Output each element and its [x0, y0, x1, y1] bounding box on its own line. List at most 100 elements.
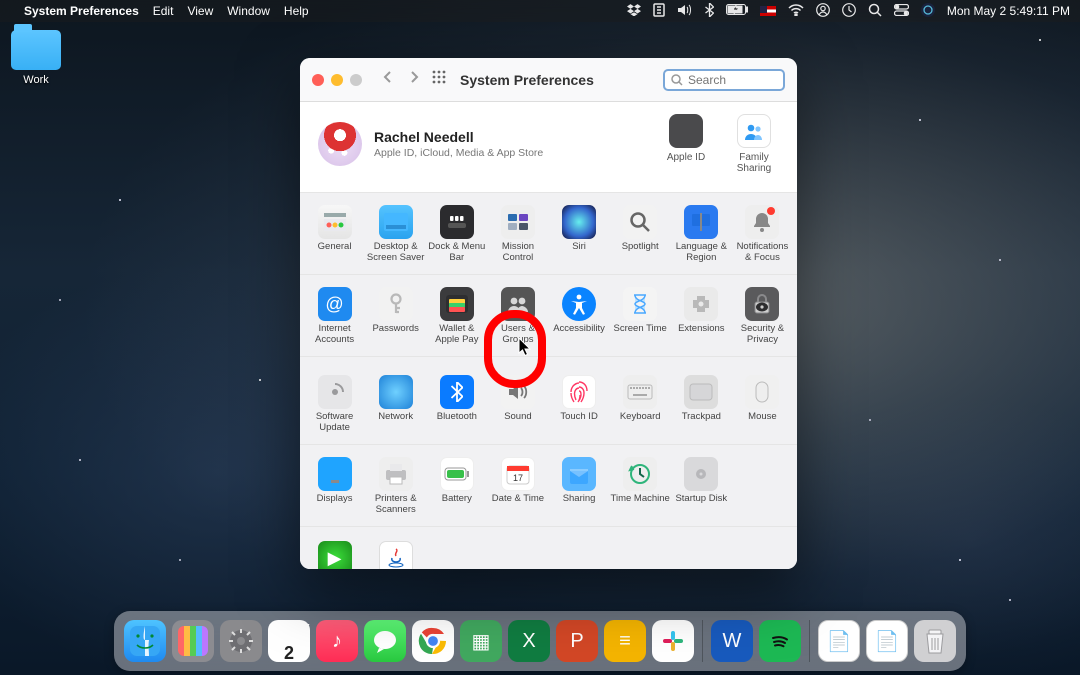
siri-menubar-icon[interactable]: [921, 3, 935, 20]
users-icon: [501, 287, 535, 321]
pref-users[interactable]: Users & Groups: [488, 287, 548, 346]
menu-help[interactable]: Help: [284, 4, 309, 18]
forward-button[interactable]: [405, 70, 424, 89]
desktop-folder-label: Work: [0, 74, 72, 86]
dock: MAY2 ♪ ▦ X P ≡ W 📄 📄: [114, 611, 966, 671]
menu-window[interactable]: Window: [227, 4, 270, 18]
clock-extra-icon[interactable]: [842, 3, 856, 20]
pref-access[interactable]: Accessibility: [549, 287, 609, 346]
mouse-icon: [745, 375, 779, 409]
pref-tm[interactable]: Time Machine: [610, 457, 670, 516]
dock-sheets[interactable]: ▦: [460, 620, 502, 662]
family-sharing-button[interactable]: Family Sharing: [729, 114, 779, 174]
dock-word[interactable]: W: [711, 620, 753, 662]
pref-flip[interactable]: ▶Flip4Mac: [305, 541, 365, 569]
search-field[interactable]: [663, 69, 785, 91]
pref-pass[interactable]: Passwords: [366, 287, 426, 346]
search-input[interactable]: [688, 73, 777, 87]
pref-bt[interactable]: Bluetooth: [427, 375, 487, 434]
spotlight-icon[interactable]: [868, 3, 882, 20]
dock-calendar[interactable]: MAY2: [268, 620, 310, 662]
desk-icon: [379, 205, 413, 239]
pref-label: Mouse: [732, 412, 792, 434]
menu-edit[interactable]: Edit: [153, 4, 174, 18]
apple-id-button[interactable]: Apple ID: [661, 114, 711, 174]
back-button[interactable]: [378, 70, 397, 89]
app-menu[interactable]: System Preferences: [24, 4, 139, 18]
pref-print[interactable]: Printers & Scanners: [366, 457, 426, 516]
keyboard-input-icon[interactable]: [653, 3, 665, 20]
pref-label: Security & Privacy: [732, 324, 792, 346]
dock-launchpad[interactable]: [172, 620, 214, 662]
input-source-flag[interactable]: [760, 6, 776, 16]
pref-siri[interactable]: Siri: [549, 205, 609, 264]
dock-recent-doc-2[interactable]: 📄: [866, 620, 908, 662]
dock-slack[interactable]: [652, 620, 694, 662]
pref-dt[interactable]: 17Date & Time: [488, 457, 548, 516]
control-center-icon[interactable]: [894, 4, 909, 19]
menu-view[interactable]: View: [187, 4, 213, 18]
pref-inet[interactable]: @Internet Accounts: [305, 287, 365, 346]
dock-chrome[interactable]: [412, 620, 454, 662]
sec-icon: [745, 287, 779, 321]
close-button[interactable]: [312, 74, 324, 86]
pref-sec[interactable]: Security & Privacy: [732, 287, 792, 346]
bluetooth-icon[interactable]: [705, 3, 714, 20]
pref-label: Internet Accounts: [305, 324, 365, 346]
pref-batt[interactable]: Battery: [427, 457, 487, 516]
pref-label: Sharing: [549, 494, 609, 516]
dock-messages[interactable]: [364, 620, 406, 662]
pref-startup[interactable]: Startup Disk: [671, 457, 731, 516]
user-icon[interactable]: [816, 3, 830, 20]
pref-st[interactable]: Screen Time: [610, 287, 670, 346]
dropbox-icon[interactable]: [627, 4, 641, 19]
pref-label: Battery: [427, 494, 487, 516]
pref-lang[interactable]: Language & Region: [671, 205, 731, 264]
pref-share[interactable]: Sharing: [549, 457, 609, 516]
pref-tp[interactable]: Trackpad: [671, 375, 731, 434]
zoom-button[interactable]: [350, 74, 362, 86]
pref-label: Date & Time: [488, 494, 548, 516]
pref-wallet[interactable]: Wallet & Apple Pay: [427, 287, 487, 346]
minimize-button[interactable]: [331, 74, 343, 86]
desktop-folder-work[interactable]: Work: [0, 30, 72, 86]
pref-mouse[interactable]: Mouse: [732, 375, 792, 434]
pref-java[interactable]: Java: [366, 541, 426, 569]
pref-dock[interactable]: Dock & Menu Bar: [427, 205, 487, 264]
pref-touch[interactable]: Touch ID: [549, 375, 609, 434]
pref-notif[interactable]: Notifications & Focus: [732, 205, 792, 264]
pref-sound[interactable]: Sound: [488, 375, 548, 434]
dock-music[interactable]: ♪: [316, 620, 358, 662]
dock-finder[interactable]: [124, 620, 166, 662]
pref-label: Dock & Menu Bar: [427, 242, 487, 264]
calendar-month: MAY: [268, 621, 310, 644]
dock-gdocs[interactable]: ≡: [604, 620, 646, 662]
pref-mission[interactable]: Mission Control: [488, 205, 548, 264]
dock-spotify[interactable]: [759, 620, 801, 662]
apple-id-icon: [669, 114, 703, 148]
wifi-icon[interactable]: [788, 4, 804, 19]
pref-spot[interactable]: Spotlight: [610, 205, 670, 264]
window-titlebar: System Preferences: [300, 58, 797, 102]
dock-trash[interactable]: [914, 620, 956, 662]
pass-icon: [379, 287, 413, 321]
pref-kb[interactable]: Keyboard: [610, 375, 670, 434]
menubar-clock[interactable]: Mon May 2 5:49:11 PM: [947, 4, 1070, 18]
pref-sw[interactable]: Software Update: [305, 375, 365, 434]
pref-desk[interactable]: Desktop & Screen Saver: [366, 205, 426, 264]
dock-powerpoint[interactable]: P: [556, 620, 598, 662]
family-sharing-icon: [737, 114, 771, 148]
dock-excel[interactable]: X: [508, 620, 550, 662]
battery-icon[interactable]: [726, 4, 748, 18]
java-icon: [379, 541, 413, 569]
dock-recent-doc-1[interactable]: 📄: [818, 620, 860, 662]
pref-disp[interactable]: Displays: [305, 457, 365, 516]
dock-settings[interactable]: [220, 620, 262, 662]
volume-icon[interactable]: [677, 4, 693, 19]
general-icon: [318, 205, 352, 239]
pref-ext[interactable]: Extensions: [671, 287, 731, 346]
pref-net[interactable]: Network: [366, 375, 426, 434]
user-avatar[interactable]: [318, 122, 362, 166]
show-all-button[interactable]: [432, 70, 446, 89]
pref-general[interactable]: General: [305, 205, 365, 264]
